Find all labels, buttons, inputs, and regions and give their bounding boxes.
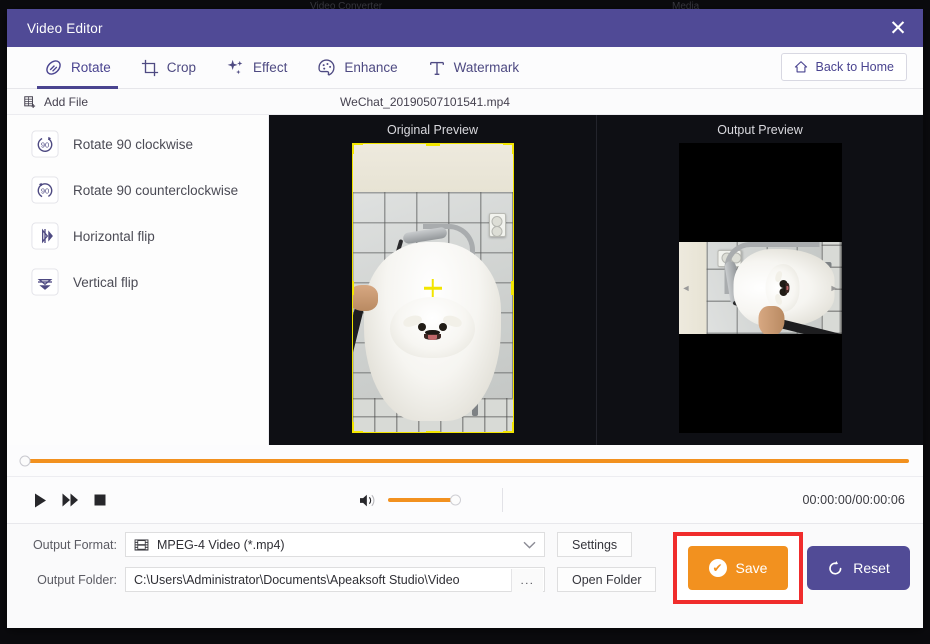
original-video-frame	[351, 143, 514, 433]
output-folder-field[interactable]: C:\Users\Administrator\Documents\Apeakso…	[125, 567, 545, 592]
vertical-flip-icon	[31, 268, 59, 296]
tab-crop[interactable]: Crop	[126, 47, 211, 89]
tab-effect-label: Effect	[253, 60, 288, 75]
open-folder-button[interactable]: Open Folder	[557, 567, 657, 592]
video-editor-window: Video Editor ✕ Rotate Crop Effect Enhanc…	[7, 9, 923, 628]
enhance-icon	[317, 58, 336, 77]
home-icon	[794, 60, 808, 74]
play-button[interactable]	[25, 485, 55, 515]
wall-outlet	[488, 212, 506, 237]
progress-slider-thumb[interactable]	[19, 455, 31, 466]
rotate-cw-90-icon: 90	[31, 130, 59, 158]
tab-rotate-label: Rotate	[71, 60, 111, 75]
tab-enhance[interactable]: Enhance	[302, 47, 412, 89]
add-file-button[interactable]: Add File	[23, 95, 88, 109]
play-icon	[34, 493, 47, 508]
add-file-label: Add File	[44, 94, 89, 109]
tab-rotate[interactable]: Rotate	[29, 47, 126, 89]
fast-forward-icon	[62, 493, 79, 507]
tab-enhance-label: Enhance	[344, 60, 398, 75]
output-preview-pane: Output Preview ◄ ►	[596, 115, 923, 445]
original-video-canvas[interactable]	[351, 143, 514, 433]
output-format-select[interactable]: MPEG-4 Video (*.mp4)	[125, 532, 545, 557]
output-video-canvas[interactable]: ◄ ►	[678, 143, 842, 433]
save-button[interactable]: ✔ Save	[688, 546, 788, 590]
back-to-home-label: Back to Home	[815, 60, 894, 74]
progress-slider[interactable]	[19, 455, 909, 466]
output-settings-panel: Output Format: MPEG-4 Video (*.mp4) Sett…	[7, 524, 923, 628]
current-filename: WeChat_20190507101541.mp4	[340, 94, 510, 109]
sidebar-item-horizontal-flip[interactable]: Horizontal flip	[7, 213, 268, 259]
rotate-icon	[44, 58, 63, 77]
output-format-value: MPEG-4 Video (*.mp4)	[157, 537, 285, 552]
transport-divider	[502, 488, 503, 512]
add-file-icon	[23, 95, 37, 109]
rotate-options-sidebar: 90 Rotate 90 clockwise 90 Rotate 90 coun…	[7, 115, 269, 445]
rotate-ccw-90-icon: 90	[31, 176, 59, 204]
output-preview-title: Output Preview	[717, 123, 803, 137]
output-edge-marker-right: ►	[829, 283, 839, 293]
close-icon[interactable]: ✕	[883, 14, 913, 42]
volume-slider-thumb[interactable]	[450, 494, 461, 506]
output-folder-value: C:\Users\Administrator\Documents\Apeakso…	[134, 572, 460, 587]
mpeg-film-icon	[134, 538, 149, 551]
playback-time: 00:00:00/00:00:06	[802, 493, 905, 507]
output-folder-label: Output Folder:	[37, 572, 117, 587]
preview-stage: Original Preview Output Preview ◄ ►	[269, 115, 923, 445]
reset-button[interactable]: Reset	[807, 546, 910, 590]
playback-progress-row	[7, 445, 923, 477]
sidebar-label-horizontal-flip: Horizontal flip	[73, 228, 155, 244]
volume-slider[interactable]	[388, 494, 461, 506]
volume-zone	[359, 493, 461, 508]
tab-effect[interactable]: Effect	[211, 47, 302, 89]
output-edge-marker-left: ◄	[681, 283, 691, 293]
transport-controls: 00:00:00/00:00:06	[7, 477, 923, 524]
svg-text:90: 90	[41, 186, 49, 195]
sidebar-item-rotate-90-clockwise[interactable]: 90 Rotate 90 clockwise	[7, 121, 268, 167]
effect-sparkle-icon	[226, 58, 245, 77]
output-video-frame: ◄ ►	[678, 242, 842, 334]
reset-arrow-icon	[827, 560, 844, 577]
settings-button[interactable]: Settings	[557, 532, 633, 557]
check-circle-icon: ✔	[708, 559, 727, 577]
tab-crop-label: Crop	[166, 60, 197, 75]
desktop-background: Video Converter Media Video Editor ✕ Rot…	[0, 0, 930, 644]
window-title: Video Editor	[27, 20, 103, 36]
chevron-down-icon	[523, 541, 536, 549]
original-preview-title: Original Preview	[386, 123, 478, 137]
tab-bar: Rotate Crop Effect Enhance Watermark Bac…	[7, 47, 923, 89]
svg-text:90: 90	[41, 140, 49, 149]
tab-watermark-label: Watermark	[453, 60, 520, 75]
reset-button-label: Reset	[853, 560, 890, 576]
original-preview-pane: Original Preview	[269, 115, 596, 445]
file-bar: Add File WeChat_20190507101541.mp4	[7, 89, 923, 115]
output-format-label: Output Format:	[32, 537, 117, 552]
fast-forward-button[interactable]	[55, 485, 85, 515]
stop-button[interactable]	[85, 485, 115, 515]
save-button-label: Save	[735, 560, 768, 576]
sidebar-label-rotate-90-counterclockwise: Rotate 90 counterclockwise	[73, 182, 239, 198]
watermark-text-icon	[428, 59, 446, 77]
title-bar: Video Editor ✕	[7, 9, 923, 47]
crop-icon	[141, 59, 159, 77]
back-to-home-button[interactable]: Back to Home	[781, 53, 907, 81]
sidebar-item-rotate-90-counterclockwise[interactable]: 90 Rotate 90 counterclockwise	[7, 167, 268, 213]
tab-watermark[interactable]: Watermark	[413, 47, 535, 89]
sidebar-label-rotate-90-clockwise: Rotate 90 clockwise	[73, 136, 194, 152]
sidebar-label-vertical-flip: Vertical flip	[73, 274, 139, 290]
volume-icon[interactable]	[359, 493, 376, 508]
sidebar-item-vertical-flip[interactable]: Vertical flip	[7, 259, 268, 305]
horizontal-flip-icon	[31, 222, 59, 250]
stop-icon	[94, 494, 106, 506]
browse-folder-button[interactable]: ...	[511, 569, 543, 592]
